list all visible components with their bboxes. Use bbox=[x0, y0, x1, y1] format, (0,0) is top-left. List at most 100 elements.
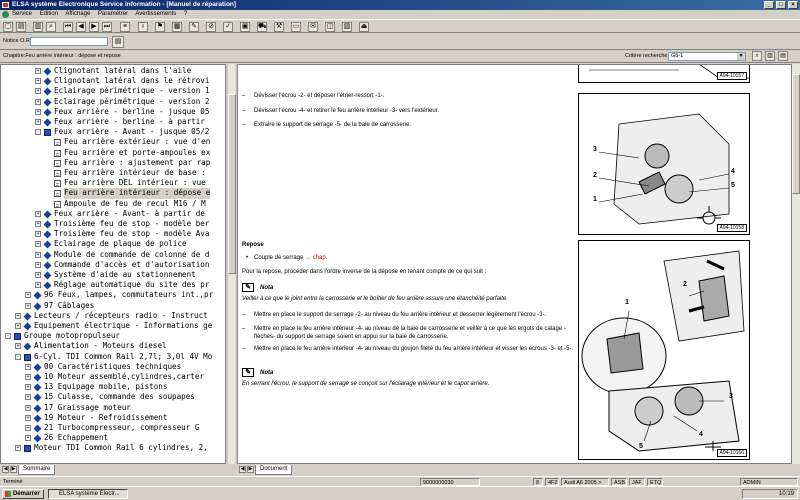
tree-row[interactable]: + Troisième feu de stop - modèle Ava bbox=[1, 229, 225, 239]
expand-icon[interactable]: + bbox=[35, 78, 41, 85]
notice-input[interactable] bbox=[30, 37, 108, 46]
forward-icon[interactable]: ▶ bbox=[89, 22, 99, 32]
expand-icon[interactable]: + bbox=[35, 251, 41, 258]
tree-row[interactable]: - Feux arrière - Avant - jusque 05/2 bbox=[1, 127, 225, 137]
print-icon[interactable]: ▥ bbox=[33, 22, 43, 32]
close-button[interactable]: × bbox=[788, 1, 798, 9]
back-icon[interactable]: ◀ bbox=[76, 22, 86, 32]
stop-icon[interactable]: ⊘ bbox=[206, 22, 216, 32]
tree-row[interactable]: +13 Equipage mobile, pistons bbox=[1, 382, 225, 392]
collapse-icon[interactable]: - bbox=[15, 353, 21, 360]
expand-icon[interactable]: + bbox=[25, 363, 31, 370]
car-icon[interactable]: ⛟ bbox=[257, 22, 267, 32]
expand-icon[interactable]: + bbox=[25, 302, 31, 309]
tree-row[interactable]: +17 Graissage moteur bbox=[1, 403, 225, 413]
tree-row[interactable]: +19 Moteur - Refroidissement bbox=[1, 413, 225, 423]
menu-service[interactable]: Service bbox=[12, 11, 32, 17]
menu-parametrer[interactable]: Paramétrer bbox=[98, 11, 128, 17]
wrench-icon[interactable]: ✎ bbox=[189, 22, 199, 32]
tree-row[interactable]: + Eclairage périmétrique - version 1 bbox=[1, 86, 225, 96]
contents-tree[interactable]: + Clignotant latéral dans l'aile + Clignota… bbox=[0, 64, 226, 464]
doc-tab-prev-icon[interactable]: ◀ bbox=[239, 466, 246, 473]
expand-icon[interactable]: + bbox=[25, 425, 31, 431]
expand-icon[interactable]: + bbox=[35, 210, 41, 217]
start-button[interactable]: Démarrer bbox=[2, 489, 44, 499]
tree-row[interactable]: + Troisième feu de stop - modèle ber bbox=[1, 219, 225, 229]
tree-row[interactable]: +21 Turbocompresseur, compresseur G bbox=[1, 423, 225, 433]
expand-icon[interactable]: + bbox=[25, 374, 31, 380]
tree-row[interactable]: + Eclairage périmétrique - version 2 bbox=[1, 97, 225, 107]
open-icon[interactable]: ▤ bbox=[16, 22, 26, 32]
folder-icon[interactable]: ▭ bbox=[291, 22, 301, 32]
search-icon[interactable]: ⌕ bbox=[46, 22, 56, 32]
tree-row[interactable]: + Lecteurs / récepteurs radio - Instruct bbox=[1, 311, 225, 321]
new-icon[interactable]: ▢ bbox=[3, 22, 13, 32]
list-icon[interactable]: ≡ bbox=[120, 22, 130, 32]
tab-sommaire[interactable]: Sommaire bbox=[18, 465, 56, 475]
tree-row[interactable]: + Equipement électrique - Informations ge bbox=[1, 321, 225, 331]
tree-scroll-thumb[interactable] bbox=[228, 94, 236, 274]
tree-row[interactable]: + Commande d'accès et d'autorisation bbox=[1, 260, 225, 270]
tab-prev-icon[interactable]: ◀ bbox=[2, 466, 9, 473]
tree-scrollbar[interactable] bbox=[227, 64, 236, 464]
menu-affichage[interactable]: Affichage bbox=[65, 11, 90, 17]
flag-icon[interactable]: ⚑ bbox=[155, 22, 165, 32]
tree-row[interactable]: Feu arrière intérieur de base : bbox=[1, 168, 225, 178]
tree-row[interactable]: Feu arrière intérieur : dépose e bbox=[1, 188, 225, 199]
expand-icon[interactable]: + bbox=[35, 119, 41, 125]
minimize-button[interactable]: _ bbox=[764, 1, 774, 9]
taskbar-item-elsa[interactable]: ELSA système Electr... bbox=[48, 489, 128, 499]
expand-icon[interactable]: + bbox=[15, 445, 21, 452]
tree-row[interactable]: Feu arrière : ajustement par rap bbox=[1, 158, 225, 168]
check-icon[interactable]: ✓ bbox=[223, 22, 233, 32]
expand-icon[interactable]: + bbox=[35, 282, 41, 289]
criteria-select[interactable]: G6-1 ▼ bbox=[668, 52, 746, 61]
chevron-down-icon[interactable]: ▼ bbox=[737, 53, 745, 60]
notice-lookup-icon[interactable]: ▤ bbox=[112, 36, 124, 48]
couple-link[interactable]: → chap. bbox=[305, 255, 327, 261]
exit-icon[interactable]: ⏏ bbox=[359, 22, 369, 32]
binoculars-icon[interactable]: ⌕ bbox=[752, 51, 762, 61]
expand-icon[interactable]: + bbox=[35, 241, 41, 248]
document-scrollbar[interactable] bbox=[792, 64, 800, 464]
info-icon[interactable]: i bbox=[138, 22, 148, 32]
tree-row[interactable]: +96 Feux, lampes, commutateurs int.,pr bbox=[1, 290, 225, 300]
first-page-icon[interactable]: ⏮ bbox=[63, 22, 73, 32]
tree-row[interactable]: +00 Caractéristiques techniques bbox=[1, 362, 225, 372]
expand-icon[interactable]: + bbox=[25, 394, 31, 401]
collapse-icon[interactable]: - bbox=[5, 333, 11, 340]
last-page-icon[interactable]: ⏭ bbox=[102, 22, 112, 32]
window-icon[interactable]: ◫ bbox=[325, 22, 335, 32]
tree-row[interactable]: + Module de commande de colonne de d bbox=[1, 250, 225, 260]
tree-row[interactable]: + Moteur TDI Common Rail 6 cylindres, 2, bbox=[1, 443, 225, 453]
tree-row[interactable]: +15 Culasse, commande des soupapes bbox=[1, 392, 225, 402]
copy-icon[interactable]: ▤ bbox=[778, 51, 788, 61]
tree-row[interactable]: + Feux arrière - berline - à partir bbox=[1, 117, 225, 127]
menu-help[interactable]: ? bbox=[184, 11, 187, 17]
expand-icon[interactable]: + bbox=[35, 108, 41, 115]
expand-icon[interactable]: + bbox=[35, 98, 41, 105]
tree-row[interactable]: + Réglage automatique du site des pr bbox=[1, 280, 225, 290]
expand-icon[interactable]: + bbox=[35, 261, 41, 268]
expand-icon[interactable]: + bbox=[35, 88, 41, 95]
tree-row[interactable]: + Alimentation - Moteurs diesel bbox=[1, 341, 225, 351]
expand-icon[interactable]: + bbox=[25, 404, 31, 411]
document-icon[interactable]: ▦ bbox=[172, 22, 182, 32]
expand-icon[interactable]: + bbox=[35, 221, 41, 227]
expand-icon[interactable]: + bbox=[35, 231, 41, 238]
tree-row[interactable]: +97 Câblages bbox=[1, 301, 225, 311]
tree-row[interactable]: Feu arrière et porte-ampoules ex bbox=[1, 148, 225, 158]
expand-icon[interactable]: + bbox=[15, 323, 21, 329]
tab-document[interactable]: Document bbox=[255, 465, 293, 475]
expand-icon[interactable]: + bbox=[25, 414, 31, 421]
maximize-button[interactable]: □ bbox=[776, 1, 786, 9]
tree-row[interactable]: + Clignotant latéral dans l'aile bbox=[1, 66, 225, 76]
expand-icon[interactable]: + bbox=[35, 272, 41, 278]
notes-icon[interactable]: ✉ bbox=[308, 22, 318, 32]
menu-avertissements[interactable]: Avertissements bbox=[135, 11, 176, 17]
expand-icon[interactable]: + bbox=[15, 343, 21, 350]
tree-row[interactable]: + Feux arrière - Avant- à partir de bbox=[1, 209, 225, 219]
tools-icon[interactable]: ⚒ bbox=[274, 22, 284, 32]
collapse-icon[interactable]: - bbox=[35, 129, 41, 136]
expand-icon[interactable]: + bbox=[35, 68, 41, 74]
